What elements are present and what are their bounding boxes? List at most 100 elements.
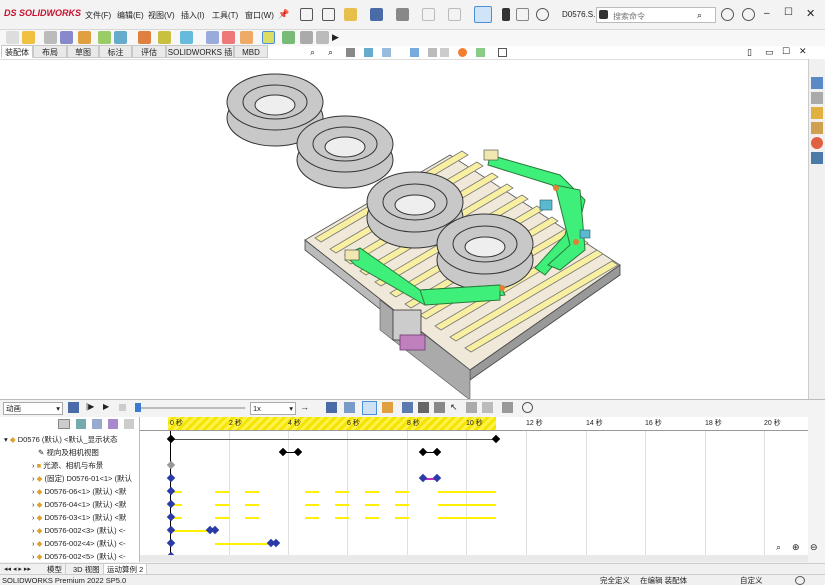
collapse-tree-icon[interactable]	[124, 419, 134, 429]
traffic-light-icon[interactable]	[502, 8, 510, 21]
timeline-area[interactable]: 0 秒 2 秒 4 秒 6 秒 8 秒 10 秒 12 秒 14 秒 16 秒 …	[140, 417, 808, 562]
tab-mbd[interactable]: MBD	[234, 45, 268, 58]
motion-study-properties-icon[interactable]	[522, 402, 533, 413]
instant3d-icon[interactable]	[222, 31, 235, 44]
assembly-features-icon[interactable]	[114, 31, 127, 44]
print-icon[interactable]	[396, 8, 409, 21]
force-icon[interactable]: ↖	[450, 402, 458, 413]
reference-geometry-icon[interactable]	[138, 31, 151, 44]
motor-icon[interactable]	[402, 402, 413, 413]
view-settings-icon[interactable]	[498, 48, 507, 57]
dynamic-annotation-icon[interactable]	[382, 48, 391, 57]
key-point[interactable]	[166, 486, 176, 496]
maximize-icon[interactable]: ☐	[784, 7, 793, 18]
key-point[interactable]	[432, 447, 442, 457]
graphics-area[interactable]	[0, 59, 808, 401]
tab-evaluate[interactable]: 评估	[132, 45, 166, 58]
tree-row-lights[interactable]: › ■ 光源、相机与布景	[32, 459, 103, 472]
key-point[interactable]	[166, 538, 176, 548]
insert-components-icon[interactable]	[6, 31, 19, 44]
view-orientation-icon[interactable]	[410, 48, 419, 57]
tab-markup[interactable]: 标注	[99, 45, 132, 58]
key-point[interactable]	[166, 460, 176, 470]
menu-insert[interactable]: 插入(I)	[181, 10, 205, 21]
filter-driving-icon[interactable]	[76, 419, 86, 429]
bill-of-materials-icon[interactable]	[180, 31, 193, 44]
tree-row-part[interactable]: › ◆ D0576-04<1> (默认) <默	[32, 498, 126, 511]
undo-icon[interactable]	[422, 8, 435, 21]
key-point[interactable]	[432, 473, 442, 483]
restore-doc-icon[interactable]: ▯	[747, 47, 752, 58]
playback-speed-select[interactable]: 1x ▾	[250, 402, 296, 415]
filter-selected-icon[interactable]	[92, 419, 102, 429]
menu-file[interactable]: 文件(F)	[85, 10, 111, 21]
user-icon[interactable]	[721, 8, 734, 21]
playback-slider[interactable]	[135, 407, 245, 409]
autokey-icon[interactable]	[362, 401, 377, 415]
edit-appearance-icon[interactable]	[458, 48, 467, 57]
key-point[interactable]	[278, 447, 288, 457]
contact-icon[interactable]	[466, 402, 477, 413]
key-point[interactable]	[166, 525, 176, 535]
add-key-icon[interactable]	[382, 402, 393, 413]
section-view-icon[interactable]	[364, 48, 373, 57]
custom-properties-icon[interactable]	[811, 152, 823, 164]
camera-icon[interactable]	[300, 31, 313, 44]
linear-pattern-icon[interactable]	[44, 31, 57, 44]
minimize-icon[interactable]: –	[764, 8, 770, 19]
tab-layout[interactable]: 布局	[33, 45, 67, 58]
study-type-select[interactable]: 动画 ▾	[3, 402, 63, 415]
view-palette-icon[interactable]	[811, 122, 823, 134]
key-point[interactable]	[166, 434, 176, 444]
open-folder-icon[interactable]	[344, 8, 357, 21]
tab-assembly[interactable]: 装配体	[1, 45, 33, 58]
update-speedpak-icon[interactable]	[240, 31, 253, 44]
large-assembly-icon[interactable]	[282, 31, 295, 44]
tree-row-part[interactable]: › ◆ D0576-002<3> (默认) <-	[32, 524, 126, 537]
tab-sketch[interactable]: 草图	[67, 45, 99, 58]
tree-row-part[interactable]: › ◆ D0576-03<1> (默认) <默	[32, 511, 126, 524]
close-icon[interactable]: ✕	[806, 7, 815, 20]
damper-icon[interactable]	[434, 402, 445, 413]
options-gear-icon[interactable]	[536, 8, 549, 21]
home-icon[interactable]	[300, 8, 313, 21]
gravity-icon[interactable]	[482, 402, 493, 413]
key-point[interactable]	[166, 512, 176, 522]
save-animation-icon[interactable]	[326, 402, 337, 413]
menu-edit[interactable]: 编辑(E)	[117, 10, 144, 21]
appearances-icon[interactable]	[811, 137, 823, 149]
file-explorer-icon[interactable]	[811, 107, 823, 119]
menu-window[interactable]: 窗口(W)	[245, 10, 274, 21]
unit-system[interactable]: 自定义	[740, 575, 763, 586]
tab-scroll-left-icon[interactable]: ◂◂ ◂ ▸ ▸▸	[4, 565, 31, 573]
help-status-icon[interactable]	[795, 576, 805, 585]
spring-icon[interactable]	[418, 402, 429, 413]
key-point[interactable]	[166, 499, 176, 509]
tree-row-part[interactable]: › ◆ D0576-002<4> (默认) <-	[32, 537, 126, 550]
show-hidden-icon[interactable]	[98, 31, 111, 44]
tab-solidworks-addins[interactable]: SOLIDWORKS 插件	[166, 45, 234, 70]
tree-row-assembly[interactable]: ▾ ◆ D0576 (默认) <默认_显示状态	[4, 433, 118, 446]
filter-results-icon[interactable]	[108, 419, 118, 429]
key-point[interactable]	[166, 473, 176, 483]
help-icon[interactable]	[742, 8, 755, 21]
previous-view-icon[interactable]	[346, 48, 355, 57]
mate-icon[interactable]	[22, 31, 35, 44]
maximize-doc-icon[interactable]: ☐	[782, 46, 790, 57]
hide-show-items-icon[interactable]	[440, 48, 449, 57]
timeline-scrollbar[interactable]	[140, 555, 808, 562]
smart-fasteners-icon[interactable]	[60, 31, 73, 44]
tree-row-part[interactable]: › ◆ (固定) D0576-01<1> (默认	[32, 472, 132, 485]
key-point[interactable]	[210, 525, 220, 535]
select-icon[interactable]	[474, 6, 492, 23]
key-point[interactable]	[293, 447, 303, 457]
take-snapshot-icon[interactable]	[262, 31, 275, 44]
new-motion-study-icon[interactable]	[158, 31, 171, 44]
display-style-icon[interactable]	[428, 48, 437, 57]
stop-icon[interactable]	[119, 404, 126, 411]
tree-row-view-camera[interactable]: ✎ 视向及相机视图	[38, 446, 99, 459]
move-component-icon[interactable]	[78, 31, 91, 44]
exploded-view-icon[interactable]	[206, 31, 219, 44]
play-icon[interactable]: ▶	[103, 402, 109, 411]
design-library-icon[interactable]	[811, 92, 823, 104]
